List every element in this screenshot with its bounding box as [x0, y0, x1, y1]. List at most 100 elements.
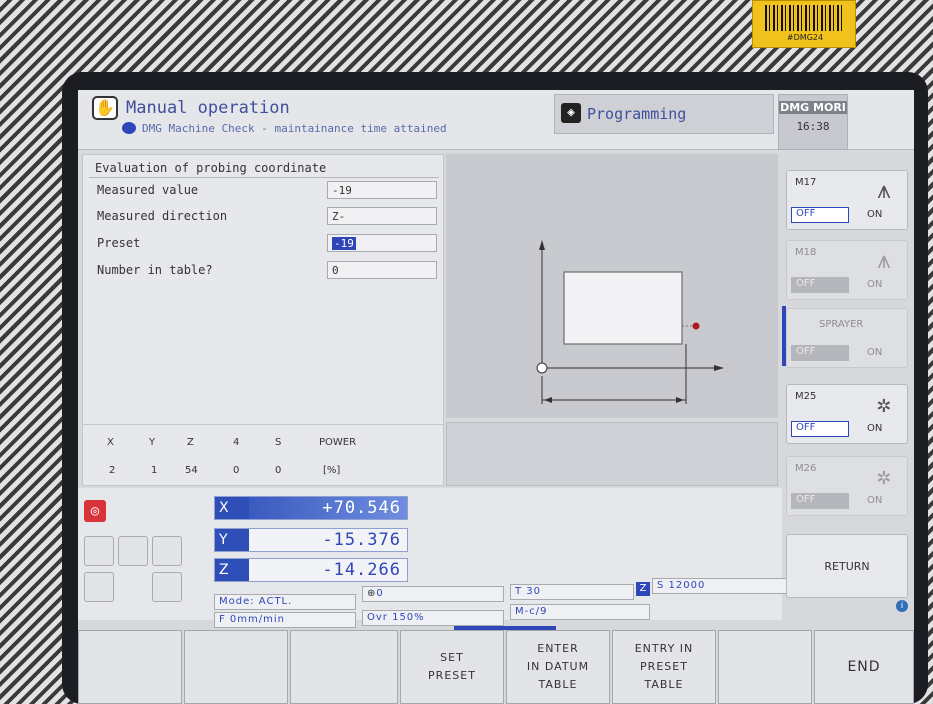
- barcode-icon: [765, 5, 843, 31]
- measured-direction-field[interactable]: Z-: [327, 207, 437, 225]
- form-divider: [89, 177, 439, 178]
- wrench-icon: [122, 122, 136, 134]
- side-key-sprayer-on: ON: [867, 347, 883, 358]
- side-key-sprayer-off: OFF: [791, 345, 849, 361]
- axis-label-y: Y: [215, 529, 249, 551]
- side-key-m18-on: ON: [867, 279, 883, 290]
- axis-load-panel: X Y Z 4 S POWER 2 1 54 0 0 [%]: [82, 424, 444, 486]
- probe-graphic-area: [446, 154, 778, 418]
- y-axis-arrow: [539, 240, 545, 250]
- load-value-y: 1: [151, 465, 158, 476]
- mode-status: Mode: ACTL.: [214, 594, 356, 610]
- side-key-m17-off: OFF: [791, 207, 849, 223]
- load-header-power: POWER: [319, 437, 357, 448]
- side-key-m26-label: M26: [795, 463, 817, 474]
- side-key-m18-off: OFF: [791, 277, 849, 293]
- softkey-3[interactable]: [290, 630, 398, 704]
- side-key-m17-label: M17: [795, 177, 817, 188]
- enter-datum-table-button[interactable]: ENTER IN DATUM TABLE: [506, 630, 610, 704]
- z-axis-badge: Z: [636, 582, 650, 596]
- side-key-m18[interactable]: M18 ⩚ OFF ON: [786, 240, 908, 300]
- spindle-override-value: 0: [376, 588, 384, 599]
- blank-key-3[interactable]: [152, 536, 182, 566]
- axis-label-z: Z: [215, 559, 249, 581]
- softkey-2[interactable]: [184, 630, 288, 704]
- end-button[interactable]: END: [814, 630, 914, 704]
- number-in-table-field[interactable]: 0: [327, 261, 437, 279]
- brand-logo: DMG MORI: [779, 101, 847, 114]
- workpiece-rect: [563, 271, 683, 345]
- probe-evaluation-panel: Evaluation of probing coordinate Measure…: [82, 154, 444, 430]
- side-key-m25-on: ON: [867, 423, 883, 434]
- blank-key-2[interactable]: [118, 536, 148, 566]
- position-value-x: +70.546: [322, 498, 401, 518]
- coolant-nozzle-icon: ⩚: [877, 246, 891, 274]
- brand-clock-box: DMG MORI 16:38: [778, 94, 848, 150]
- side-key-m18-label: M18: [795, 247, 817, 258]
- side-key-m25-off: OFF: [791, 421, 849, 437]
- return-label: RETURN: [824, 559, 870, 573]
- measured-direction-label: Measured direction: [97, 209, 228, 223]
- preset-field-value: -19: [332, 237, 356, 250]
- side-key-m25-label: M25: [795, 391, 817, 402]
- mode-title: Manual operation: [126, 98, 290, 118]
- number-in-table-label: Number in table?: [97, 263, 213, 277]
- datum-origin-icon: [536, 362, 548, 374]
- camera-icon[interactable]: ◎: [84, 500, 106, 522]
- programming-icon: ◈: [561, 103, 581, 123]
- side-key-m25[interactable]: M25 ✲ OFF ON: [786, 384, 908, 444]
- graphic-lower-strip: [446, 422, 778, 486]
- probe-tip: [692, 322, 700, 330]
- blank-key-4[interactable]: [84, 572, 114, 602]
- return-key[interactable]: RETURN: [786, 534, 908, 598]
- clock: 16:38: [796, 120, 830, 133]
- spindle-override-icon: ⊕: [367, 588, 377, 599]
- softkey-7[interactable]: [718, 630, 812, 704]
- override-status: Ovr 150%: [362, 610, 504, 626]
- position-value-z: -14.266: [322, 560, 401, 580]
- spindle-override-status: ⊕0: [362, 586, 504, 602]
- side-key-m17[interactable]: M17 ⩚ OFF ON: [786, 170, 908, 230]
- set-preset-button[interactable]: SET PRESET: [400, 630, 504, 704]
- info-icon[interactable]: i: [896, 600, 908, 612]
- probe-diagram: [536, 240, 724, 404]
- load-header-s: S: [275, 437, 282, 448]
- dimension-arrow-right: [676, 397, 684, 403]
- m-code-status: M-c/9: [510, 604, 650, 620]
- load-header-y: Y: [149, 437, 156, 448]
- barcode-sticker: #DMG24: [752, 0, 856, 48]
- probe-panel-title: Evaluation of probing coordinate: [95, 161, 327, 175]
- side-key-m26[interactable]: M26 ✲ OFF ON: [786, 456, 908, 516]
- position-row-y: Y -15.376: [214, 528, 408, 552]
- snowflake-icon: ✲: [876, 390, 892, 418]
- coolant-nozzle-icon: ⩚: [877, 176, 891, 204]
- sticker-text: #DMG24: [786, 33, 824, 42]
- tool-status: T 30: [510, 584, 634, 600]
- blank-key-1[interactable]: [84, 536, 114, 566]
- programming-mode-tab[interactable]: ◈ Programming: [554, 94, 774, 134]
- side-key-m26-on: ON: [867, 495, 883, 506]
- position-value-y: -15.376: [322, 530, 401, 550]
- load-value-z: 54: [185, 465, 198, 476]
- programming-label: Programming: [587, 105, 687, 123]
- side-key-m17-on: ON: [867, 209, 883, 220]
- load-value-4: 0: [233, 465, 240, 476]
- x-axis-arrow: [714, 365, 724, 371]
- load-value-x: 2: [109, 465, 116, 476]
- load-header-z: Z: [187, 437, 194, 448]
- entry-preset-table-button[interactable]: ENTRY IN PRESET TABLE: [612, 630, 716, 704]
- axis-label-x: X: [215, 497, 249, 519]
- side-key-sprayer[interactable]: SPRAYER OFF ON: [786, 308, 908, 368]
- preset-field[interactable]: -19: [327, 234, 437, 252]
- snowflake-icon: ✲: [876, 462, 892, 490]
- load-header-x: X: [107, 437, 114, 448]
- side-key-m26-off: OFF: [791, 493, 849, 509]
- load-header-4: 4: [233, 437, 240, 448]
- mode-subtitle: DMG Machine Check - maintainance time at…: [142, 122, 447, 135]
- blank-key-5[interactable]: [152, 572, 182, 602]
- measured-value-field[interactable]: -19: [327, 181, 437, 199]
- load-value-s: 0: [275, 465, 282, 476]
- softkey-1[interactable]: [78, 630, 182, 704]
- feed-status: F 0mm/min: [214, 612, 356, 628]
- dimension-arrow-left: [544, 397, 552, 403]
